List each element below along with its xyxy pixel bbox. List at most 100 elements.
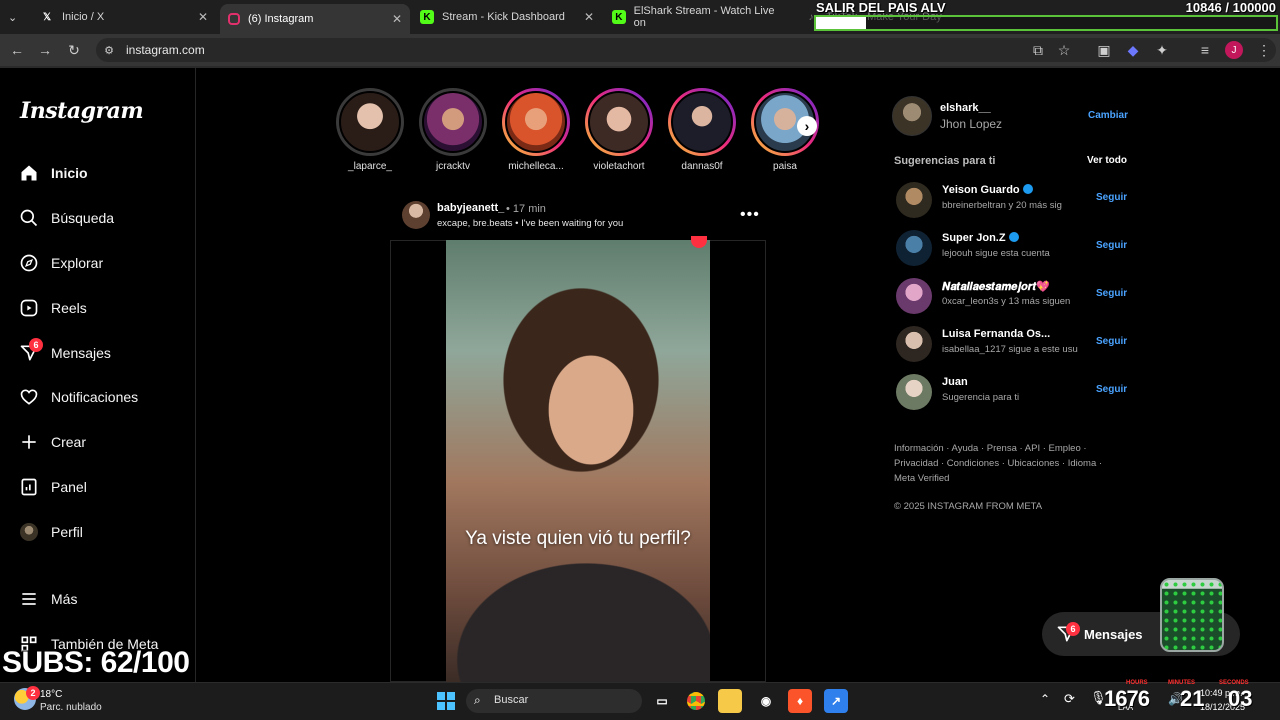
suggestion-avatar[interactable] (896, 230, 932, 266)
extension-icon[interactable]: ◆ (1122, 34, 1144, 66)
suggestion-username-row[interactable]: Super Jon.Z (942, 232, 1019, 244)
task-view-icon[interactable]: ▭ (650, 689, 674, 713)
story-avatar (505, 91, 567, 153)
follow-button[interactable]: Seguir (1096, 336, 1127, 347)
current-user-avatar[interactable] (892, 96, 932, 136)
messages-float-label: Mensajes (1084, 627, 1143, 642)
timer-minutes: 21 (1180, 686, 1205, 711)
nav-item-panel[interactable]: Panel (18, 470, 188, 504)
tab-list-button[interactable]: ⌄ (0, 4, 24, 30)
suggestion-username-row[interactable]: Yeison Guardo (942, 184, 1033, 196)
tab-instagram[interactable]: (6) Instagram ✕ (220, 4, 410, 34)
install-app-icon[interactable]: ⧉ (1027, 34, 1049, 66)
suggestion-avatar[interactable] (896, 182, 932, 218)
sync-icon[interactable]: ⟳ (1064, 691, 1075, 707)
story-item[interactable]: _laparce_ (334, 88, 406, 172)
tab-label: Inicio / X (62, 11, 105, 23)
nav-item-mensajes[interactable]: Mensajes (18, 336, 188, 370)
bookmark-star-icon[interactable]: ☆ (1053, 34, 1075, 66)
chevron-down-icon: ⌄ (8, 11, 18, 24)
nav-item-busqueda[interactable]: Búsqueda (18, 201, 188, 235)
verified-badge-icon (1008, 232, 1019, 242)
avatar-icon (18, 521, 40, 543)
weather-temp[interactable]: 18°C (40, 689, 62, 700)
chevron-up-icon[interactable]: ⌃ (1040, 692, 1050, 706)
search-icon: ⌕ (474, 693, 481, 707)
messages-badge: 6 (29, 338, 43, 352)
x-logo-icon: 𝕏 (42, 11, 52, 23)
stories-next-button[interactable]: › (797, 116, 817, 136)
reload-button[interactable]: ↻ (63, 34, 85, 66)
back-button[interactable]: ← (6, 34, 28, 66)
taskbar-search-label: Buscar (494, 694, 529, 706)
story-avatar (671, 91, 733, 153)
post-author-avatar[interactable] (402, 201, 430, 229)
suggestion-item: Juan Sugerencia para ti Seguir (896, 372, 1128, 412)
close-icon[interactable]: ✕ (392, 12, 402, 26)
close-icon[interactable]: ✕ (584, 10, 594, 24)
profile-avatar[interactable]: J (1223, 34, 1245, 66)
suggestion-username-row[interactable]: Luisa Fernanda Os... (942, 328, 1050, 340)
media-icon[interactable]: ▣ (1093, 34, 1115, 66)
post-caption-overlay: Ya viste quien vió tu perfil? (465, 528, 691, 549)
follow-button[interactable]: Seguir (1096, 384, 1127, 395)
suggestion-username: Yeison Guardo (942, 184, 1020, 196)
current-user-username[interactable]: elshark__ (940, 102, 991, 114)
post-username[interactable]: babyjeanett_ (437, 202, 504, 214)
nav-item-crear[interactable]: Crear (18, 425, 188, 459)
nav-label: Crear (51, 434, 87, 450)
suggestion-item: Luisa Fernanda Os... isabellaa_1217 sigu… (896, 324, 1128, 364)
taskbar-search[interactable] (466, 689, 642, 713)
suggestion-avatar[interactable] (896, 326, 932, 362)
nav-item-explorar[interactable]: Explorar (18, 246, 188, 280)
windows-start-icon[interactable] (434, 689, 458, 713)
post-audio-info[interactable]: excape, bre.beats • I've been waiting fo… (437, 218, 623, 229)
suggestion-avatar[interactable] (896, 374, 932, 410)
suggestion-avatar[interactable] (896, 278, 932, 314)
app-icon[interactable]: ↗ (824, 689, 848, 713)
obs-icon[interactable]: ◉ (754, 689, 778, 713)
post-photo[interactable] (446, 240, 710, 682)
see-all-button[interactable]: Ver todo (1087, 155, 1127, 166)
nav-item-notificaciones[interactable]: Notificaciones (18, 380, 188, 414)
story-item[interactable]: dannas0f (666, 88, 738, 172)
suggestion-username: Juan (942, 376, 968, 388)
switch-account-button[interactable]: Cambiar (1088, 110, 1128, 121)
suggestion-username-row[interactable]: 𝑵𝒂𝒕𝒂𝒍𝒊𝒂𝒆𝒔𝒕𝒂𝒎𝒆𝒋𝒐𝒓𝒕💖 (942, 280, 1050, 294)
nav-label: Reels (51, 300, 87, 316)
url-text[interactable]: instagram.com (126, 43, 205, 57)
nav-label: Mensajes (51, 345, 111, 361)
tab-kick-stream[interactable]: K ElShark Stream - Watch Live on (604, 4, 794, 30)
brave-icon[interactable]: ♦ (788, 689, 812, 713)
story-ring (336, 88, 404, 156)
extensions-puzzle-icon[interactable]: ✦ (1151, 34, 1173, 66)
nav-item-inicio[interactable]: Inicio (18, 156, 188, 190)
suggestion-username-row[interactable]: Juan (942, 376, 968, 388)
timer-hours: 1676 (1104, 686, 1150, 711)
weather-desc[interactable]: Parc. nublado (40, 702, 102, 713)
file-explorer-icon[interactable] (718, 689, 742, 713)
tab-x[interactable]: 𝕏 Inicio / X ✕ (32, 4, 216, 30)
forward-button[interactable]: → (34, 34, 56, 66)
post-more-options-icon[interactable]: ••• (740, 206, 760, 224)
story-item[interactable]: jcracktv (417, 88, 489, 172)
follow-button[interactable]: Seguir (1096, 192, 1127, 203)
story-item[interactable]: violetachort (583, 88, 655, 172)
kick-icon: K (420, 10, 434, 24)
footer-links[interactable]: Información · Ayuda · Prensa · API · Emp… (894, 441, 1104, 486)
follow-button[interactable]: Seguir (1096, 288, 1127, 299)
follow-button[interactable]: Seguir (1096, 240, 1127, 251)
nav-item-reels[interactable]: Reels (18, 291, 188, 325)
instagram-logo[interactable]: Instagram (20, 98, 144, 124)
goal-count: 10846 / 100000 (1185, 0, 1276, 15)
story-ring (585, 88, 653, 156)
close-icon[interactable]: ✕ (198, 10, 208, 24)
tab-kick-dashboard[interactable]: K Stream - Kick Dashboard ✕ (412, 4, 602, 30)
reading-list-icon[interactable]: ≡ (1194, 34, 1216, 66)
browser-menu-icon[interactable]: ⋮ (1253, 34, 1275, 66)
nav-item-mas[interactable]: Más (18, 582, 188, 616)
story-item[interactable]: michelleca... (500, 88, 572, 172)
site-info-icon[interactable]: ⚙ (98, 34, 120, 66)
nav-item-perfil[interactable]: Perfil (18, 515, 188, 549)
chrome-icon[interactable] (684, 689, 708, 713)
